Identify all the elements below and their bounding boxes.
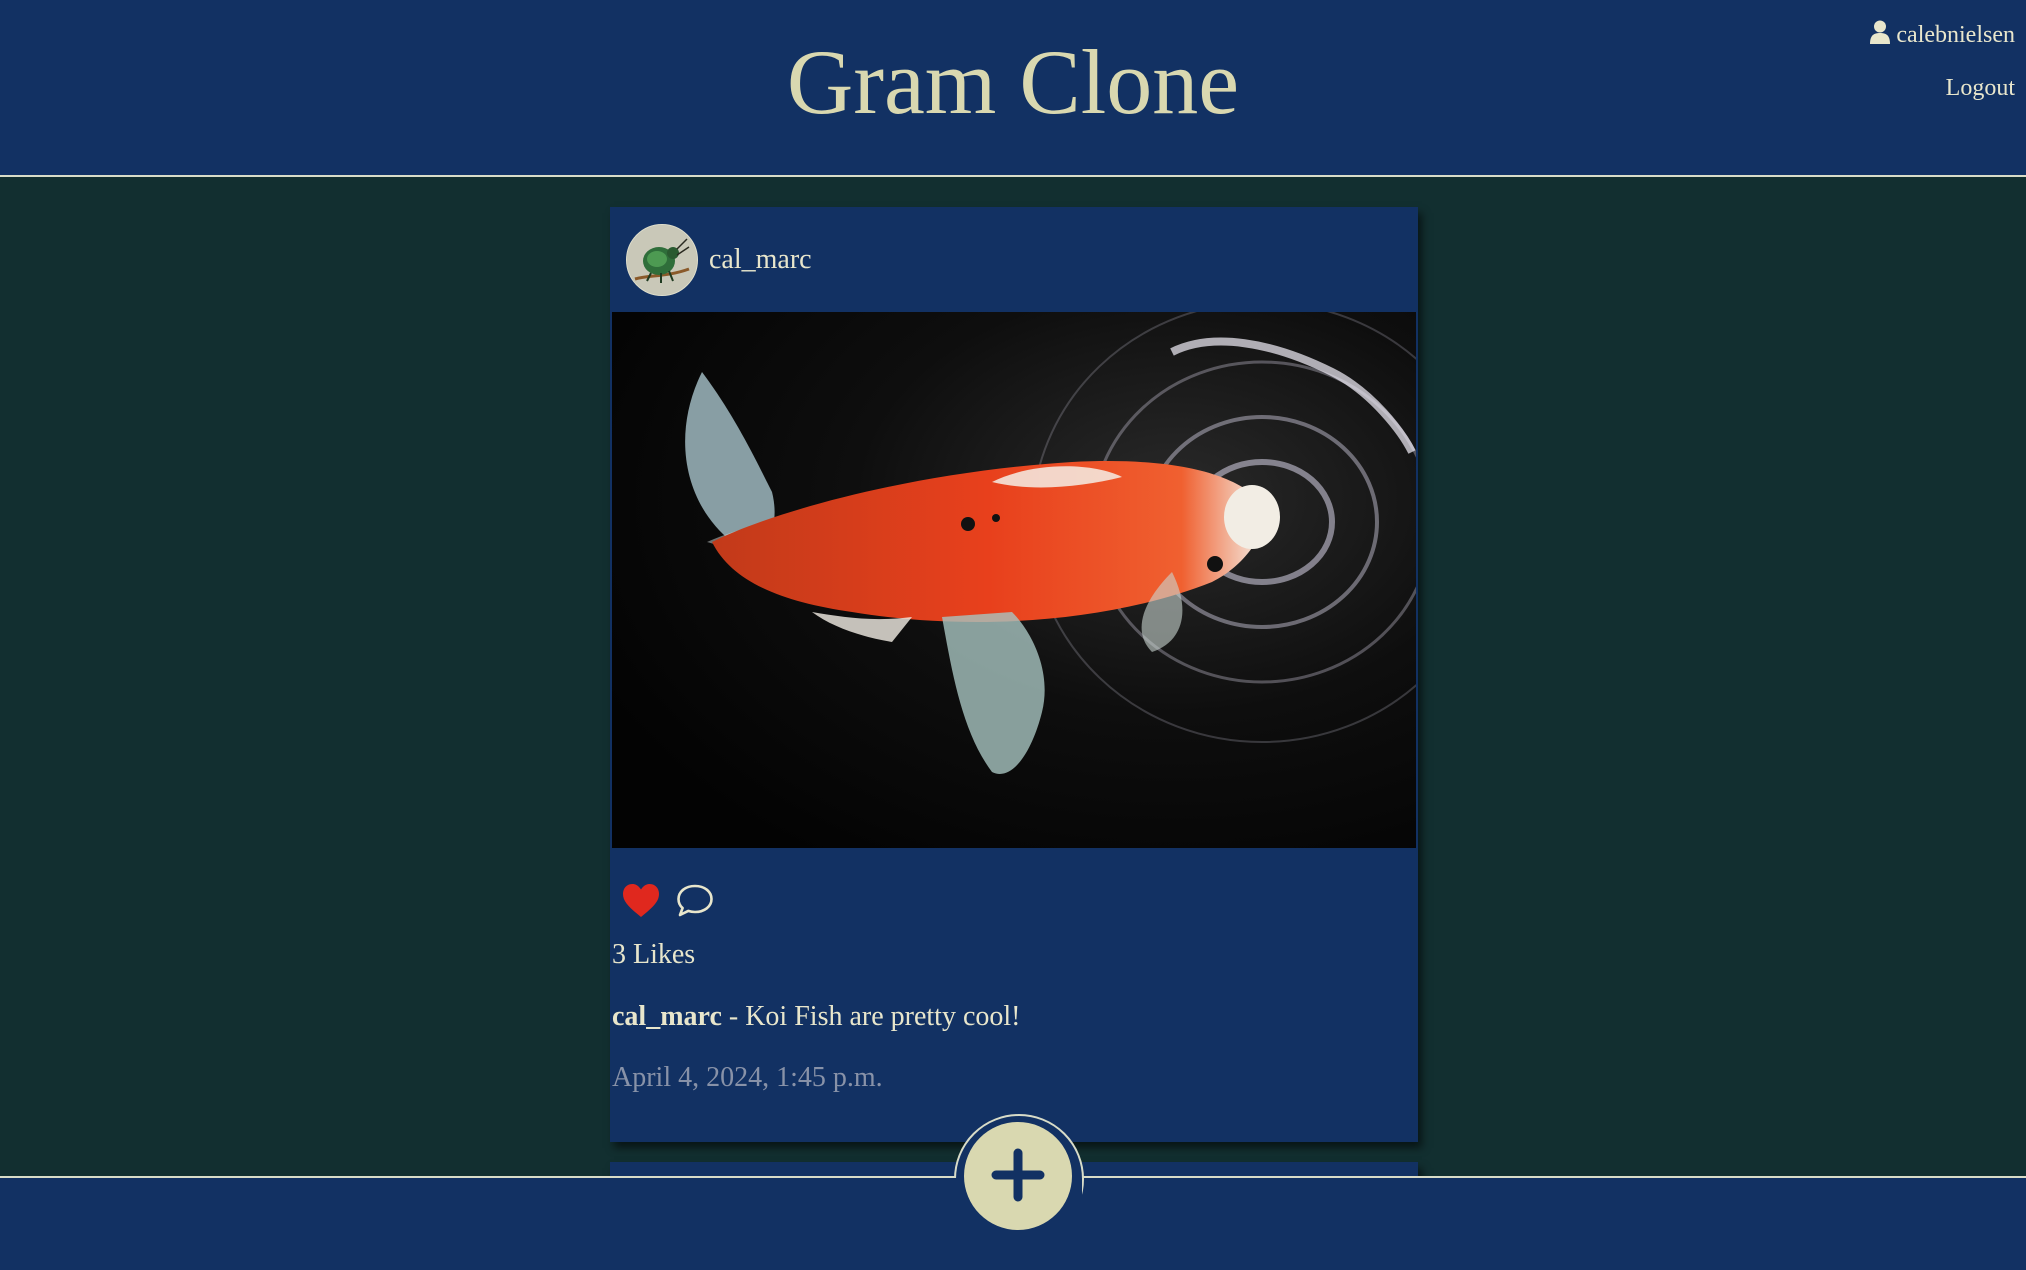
header: Gram Clone calebnielsen Logout [0, 0, 2026, 177]
user-icon [1870, 20, 1891, 51]
likes-count: 3 Likes [612, 939, 696, 970]
username-label: calebnielsen [1896, 22, 2015, 48]
feed: cal_marc 3 Likes cal_marc - Koi Fish are… [0, 177, 2026, 1176]
heart-icon[interactable] [622, 883, 660, 919]
post-username[interactable]: cal_marc [709, 244, 812, 276]
caption-text: - Koi Fish are pretty cool! [721, 1001, 1021, 1032]
avatar[interactable] [626, 224, 698, 296]
caption-username[interactable]: cal_marc [612, 1001, 722, 1032]
profile-link[interactable]: calebnielsen [1870, 20, 2015, 51]
post-header: cal_marc [626, 224, 812, 296]
plus-icon [990, 1147, 1046, 1206]
caption: cal_marc - Koi Fish are pretty cool! [612, 1001, 1020, 1033]
post-card: cal_marc 3 Likes cal_marc - Koi Fish are… [610, 207, 1418, 1142]
post-image[interactable] [612, 312, 1416, 848]
comment-icon[interactable] [676, 883, 714, 919]
post-timestamp: April 4, 2024, 1:45 p.m. [612, 1062, 883, 1093]
add-post-button[interactable] [964, 1122, 1072, 1230]
app-title: Gram Clone [786, 31, 1240, 133]
logout-link[interactable]: Logout [1870, 75, 2015, 102]
post-actions [622, 883, 714, 919]
user-menu: calebnielsen Logout [1870, 20, 2015, 102]
